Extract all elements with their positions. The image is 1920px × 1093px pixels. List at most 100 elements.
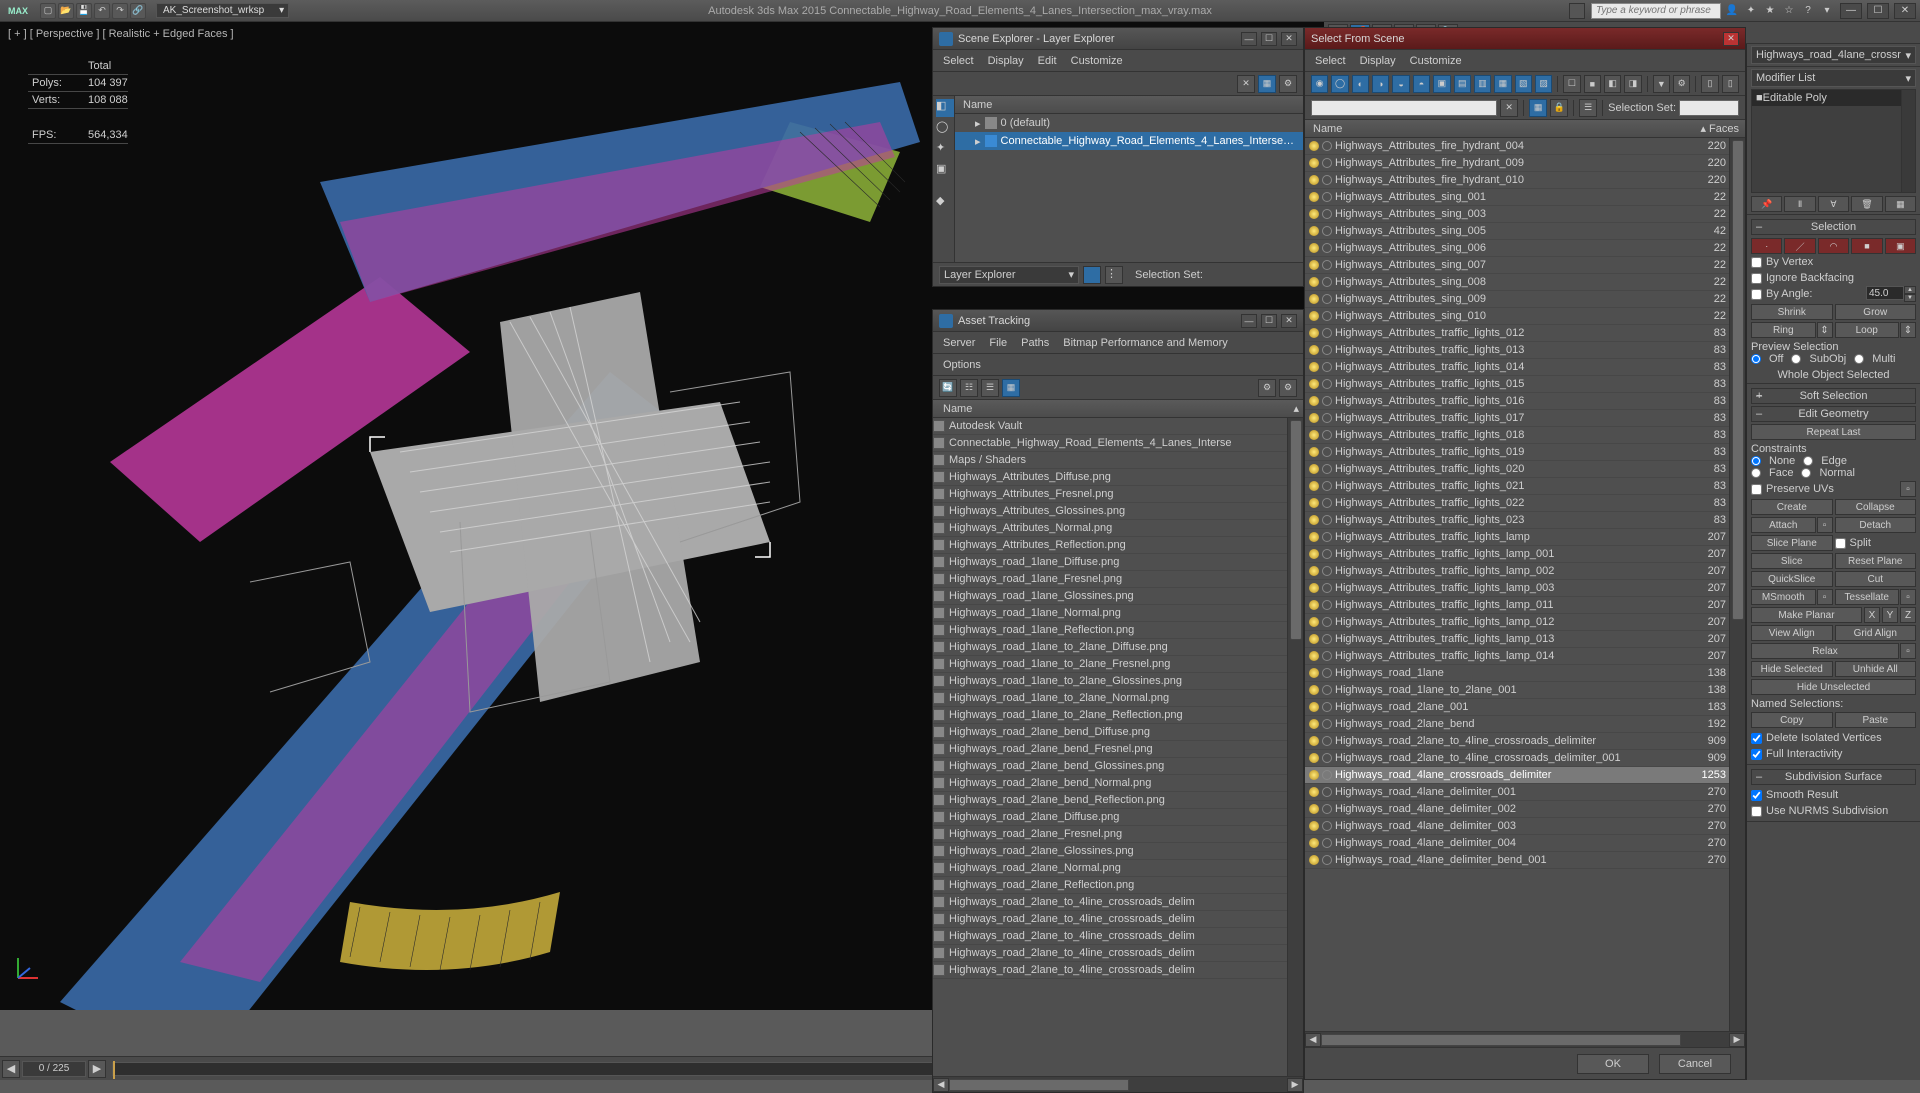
asset-row[interactable]: Highways_road_1lane_to_2lane_Normal.png [933,690,1287,707]
filter-shapes-icon[interactable]: ◯ [1331,75,1348,93]
undo-icon[interactable]: ↶ [94,3,110,19]
asset-row[interactable]: Highways_road_2lane_Diffuse.png [933,809,1287,826]
object-row[interactable]: Highways_road_1lane_to_2lane_001138 [1305,682,1729,699]
modifier-list-dropdown[interactable]: Modifier List [1751,69,1916,87]
object-row[interactable]: Highways_Attributes_traffic_lights_lamp_… [1305,614,1729,631]
ok-button[interactable]: OK [1577,1054,1649,1074]
preview-multi-radio[interactable] [1854,354,1864,364]
app-logo[interactable]: MAX [0,6,36,16]
loop-spinner[interactable]: ⇕ [1900,322,1916,338]
help-icon[interactable]: ★ [1762,3,1778,19]
asset-row[interactable]: Highways_road_2lane_bend_Fresnel.png [933,741,1287,758]
col-b-icon[interactable]: ▯ [1722,75,1739,93]
link-icon[interactable]: 🔗 [130,3,146,19]
settings-icon[interactable]: ⚙ [1673,75,1690,93]
clear-icon[interactable]: ✕ [1237,75,1255,93]
rollout-soft-selection[interactable]: +Soft Selection [1751,388,1916,404]
object-row[interactable]: Highways_Attributes_traffic_lights_02283 [1305,495,1729,512]
filter-geometry-icon[interactable]: ◧ [936,99,954,117]
workspace-selector[interactable]: AK_Screenshot_wrksp [156,3,289,18]
column-header[interactable]: Name ▴ Faces [1305,120,1745,138]
filter-spacewarps-icon[interactable]: ◓ [1413,75,1430,93]
object-list[interactable]: Highways_Attributes_fire_hydrant_004220H… [1305,138,1729,1031]
preview-off-radio[interactable] [1751,354,1761,364]
layer-tree[interactable]: ▸0 (default)▸Connectable_Highway_Road_El… [955,114,1303,262]
asset-row[interactable]: Highways_Attributes_Normal.png [933,520,1287,537]
menu-display[interactable]: Display [988,55,1024,67]
close-button[interactable]: ✕ [1894,3,1916,19]
rollout-selection[interactable]: Selection [1751,219,1916,235]
menu-select[interactable]: Select [943,55,974,67]
ring-button[interactable]: Ring [1751,322,1816,338]
object-row[interactable]: Highways_road_1lane138 [1305,665,1729,682]
search-input[interactable] [1311,100,1497,116]
view-lock-icon[interactable]: 🔒 [1550,99,1568,117]
filter-xrefs-icon[interactable]: ▤ [1454,75,1471,93]
menu-select[interactable]: Select [1315,55,1346,67]
paste-button[interactable]: Paste [1835,712,1917,728]
object-row[interactable]: Highways_road_2lane_001183 [1305,699,1729,716]
planar-x-button[interactable]: X [1864,607,1880,623]
minimize-button[interactable]: — [1840,3,1862,19]
asset-row[interactable]: Highways_road_2lane_Glossines.png [933,843,1287,860]
table-icon[interactable]: ▦ [1002,379,1020,397]
object-name-field[interactable]: Highways_road_4lane_crossr [1751,46,1916,64]
asset-row[interactable]: Highways_road_1lane_Reflection.png [933,622,1287,639]
object-row[interactable]: Highways_Attributes_traffic_lights_01783 [1305,410,1729,427]
asset-row[interactable]: Highways_road_2lane_to_4line_crossroads_… [933,928,1287,945]
object-row[interactable]: Highways_road_2lane_bend192 [1305,716,1729,733]
asset-row[interactable]: Highways_road_1lane_Fresnel.png [933,571,1287,588]
asset-row[interactable]: Highways_road_1lane_to_2lane_Diffuse.png [933,639,1287,656]
column-header[interactable]: Name [955,96,1303,114]
preview-subobj-radio[interactable] [1791,354,1801,364]
menu-options[interactable]: Options [943,359,981,371]
view-mode-icon[interactable]: ▦ [1258,75,1276,93]
minimize-button[interactable]: — [1241,314,1257,328]
close-button[interactable]: ✕ [1723,32,1739,46]
object-row[interactable]: Highways_Attributes_traffic_lights_01483 [1305,359,1729,376]
relax-button[interactable]: Relax [1751,643,1899,659]
asset-row[interactable]: Highways_Attributes_Reflection.png [933,537,1287,554]
asset-row[interactable]: Highways_road_2lane_bend_Diffuse.png [933,724,1287,741]
slice-button[interactable]: Slice [1751,553,1833,569]
object-row[interactable]: Highways_Attributes_traffic_lights_02383 [1305,512,1729,529]
menu-customize[interactable]: Customize [1410,55,1462,67]
signin-icon[interactable]: 👤 [1724,3,1740,19]
asset-row[interactable]: Highways_road_2lane_Reflection.png [933,877,1287,894]
detach-button[interactable]: Detach [1835,517,1917,533]
object-row[interactable]: Highways_Attributes_sing_00322 [1305,206,1729,223]
view-grid-icon[interactable]: ▦ [1529,99,1547,117]
object-row[interactable]: Highways_Attributes_sing_00922 [1305,291,1729,308]
cancel-button[interactable]: Cancel [1659,1054,1731,1074]
object-row[interactable]: Highways_Attributes_traffic_lights_01683 [1305,393,1729,410]
msmooth-settings-icon[interactable]: ▫ [1817,589,1833,605]
cut-button[interactable]: Cut [1835,571,1917,587]
subobj-polygon-icon[interactable]: ■ [1851,238,1882,254]
object-row[interactable]: Highways_road_4lane_delimiter_bend_00127… [1305,852,1729,869]
filter-helpers-icon[interactable]: ◒ [1392,75,1409,93]
object-row[interactable]: Highways_road_4lane_crossroads_delimiter… [1305,767,1729,784]
close-button[interactable]: ✕ [1281,314,1297,328]
filter-helpers-icon[interactable]: ◆ [936,194,954,212]
hide-unselected-button[interactable]: Hide Unselected [1751,679,1916,695]
layers-icon[interactable]: ☰ [1579,99,1597,117]
filter-containers-icon[interactable]: ▧ [1515,75,1532,93]
menu-server[interactable]: Server [943,337,975,349]
asset-list[interactable]: Autodesk VaultConnectable_Highway_Road_E… [933,418,1287,1076]
asset-row[interactable]: Highways_road_2lane_to_4line_crossroads_… [933,962,1287,979]
quickslice-button[interactable]: QuickSlice [1751,571,1833,587]
scrollbar-horizontal[interactable]: ◀▶ [933,1076,1303,1092]
shrink-button[interactable]: Shrink [1751,304,1833,320]
by-vertex-checkbox[interactable] [1751,257,1762,268]
split-checkbox[interactable] [1835,538,1846,549]
clear-search-icon[interactable]: ✕ [1500,99,1518,117]
asset-row[interactable]: Highways_road_2lane_bend_Glossines.png [933,758,1287,775]
tree-icon[interactable]: ☷ [960,379,978,397]
menu-edit[interactable]: Edit [1038,55,1057,67]
object-row[interactable]: Highways_Attributes_traffic_lights_lamp_… [1305,648,1729,665]
asset-row[interactable]: Highways_road_2lane_bend_Reflection.png [933,792,1287,809]
object-row[interactable]: Highways_Attributes_traffic_lights_01283 [1305,325,1729,342]
menu-paths[interactable]: Paths [1021,337,1049,349]
asset-row[interactable]: Highways_road_1lane_to_2lane_Reflection.… [933,707,1287,724]
rollout-subdivision[interactable]: Subdivision Surface [1751,769,1916,785]
